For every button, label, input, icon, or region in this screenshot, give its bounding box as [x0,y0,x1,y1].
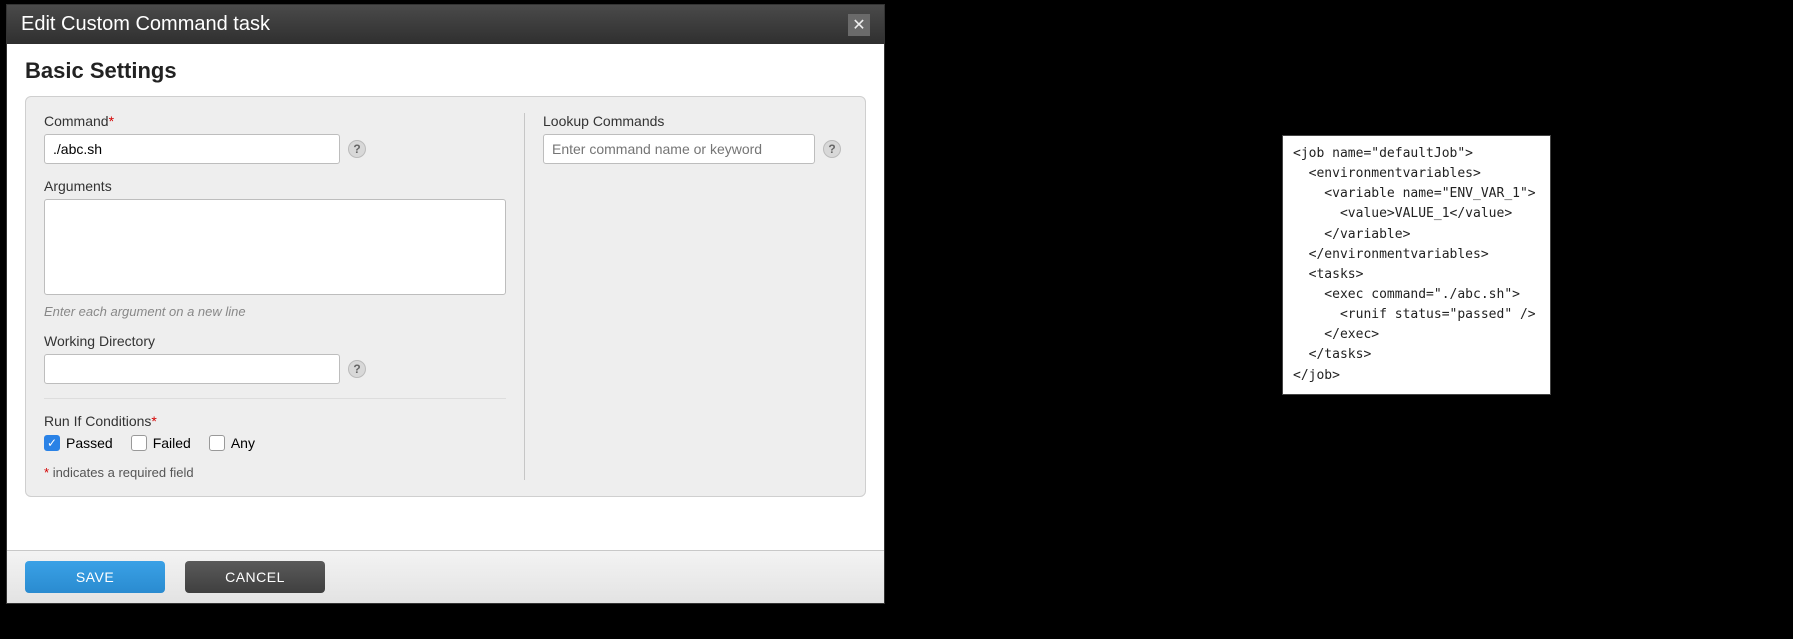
lookup-input[interactable] [543,134,815,164]
runif-any: Any [209,435,255,451]
left-column: Command* ? Arguments Enter each argument… [44,113,524,480]
arguments-label: Arguments [44,178,506,194]
required-asterisk: * [109,113,114,129]
working-directory-label: Working Directory [44,333,506,349]
checkbox-passed-label: Passed [66,435,113,451]
edit-task-modal: Edit Custom Command task ✕ Basic Setting… [6,4,885,604]
divider [44,398,506,399]
modal-body: Basic Settings Command* ? Arguments Ente… [7,44,884,550]
required-note: * indicates a required field [44,465,506,480]
checkbox-passed[interactable]: ✓ [44,435,60,451]
runif-checkboxes: ✓ Passed Failed Any [44,435,506,451]
runif-passed: ✓ Passed [44,435,113,451]
checkbox-failed[interactable] [131,435,147,451]
working-directory-input[interactable] [44,354,340,384]
help-icon[interactable]: ? [823,140,841,158]
right-column: Lookup Commands ? [524,113,847,480]
arguments-hint: Enter each argument on a new line [44,304,506,319]
xml-code-snippet: <job name="defaultJob"> <environmentvari… [1282,135,1551,395]
checkbox-any-label: Any [231,435,255,451]
arguments-textarea[interactable] [44,199,506,295]
runif-failed: Failed [131,435,191,451]
checkbox-any[interactable] [209,435,225,451]
modal-title: Edit Custom Command task [21,13,270,36]
runif-label: Run If Conditions* [44,413,506,429]
basic-settings-box: Command* ? Arguments Enter each argument… [25,96,866,497]
help-icon[interactable]: ? [348,360,366,378]
modal-header: Edit Custom Command task ✕ [7,5,884,44]
close-icon[interactable]: ✕ [848,14,870,36]
command-label: Command* [44,113,506,129]
help-icon[interactable]: ? [348,140,366,158]
lookup-label: Lookup Commands [543,113,847,129]
command-input[interactable] [44,134,340,164]
modal-footer: SAVE CANCEL [7,550,884,603]
cancel-button[interactable]: CANCEL [185,561,325,593]
checkbox-failed-label: Failed [153,435,191,451]
required-asterisk: * [151,413,156,429]
save-button[interactable]: SAVE [25,561,165,593]
section-title: Basic Settings [25,58,866,84]
